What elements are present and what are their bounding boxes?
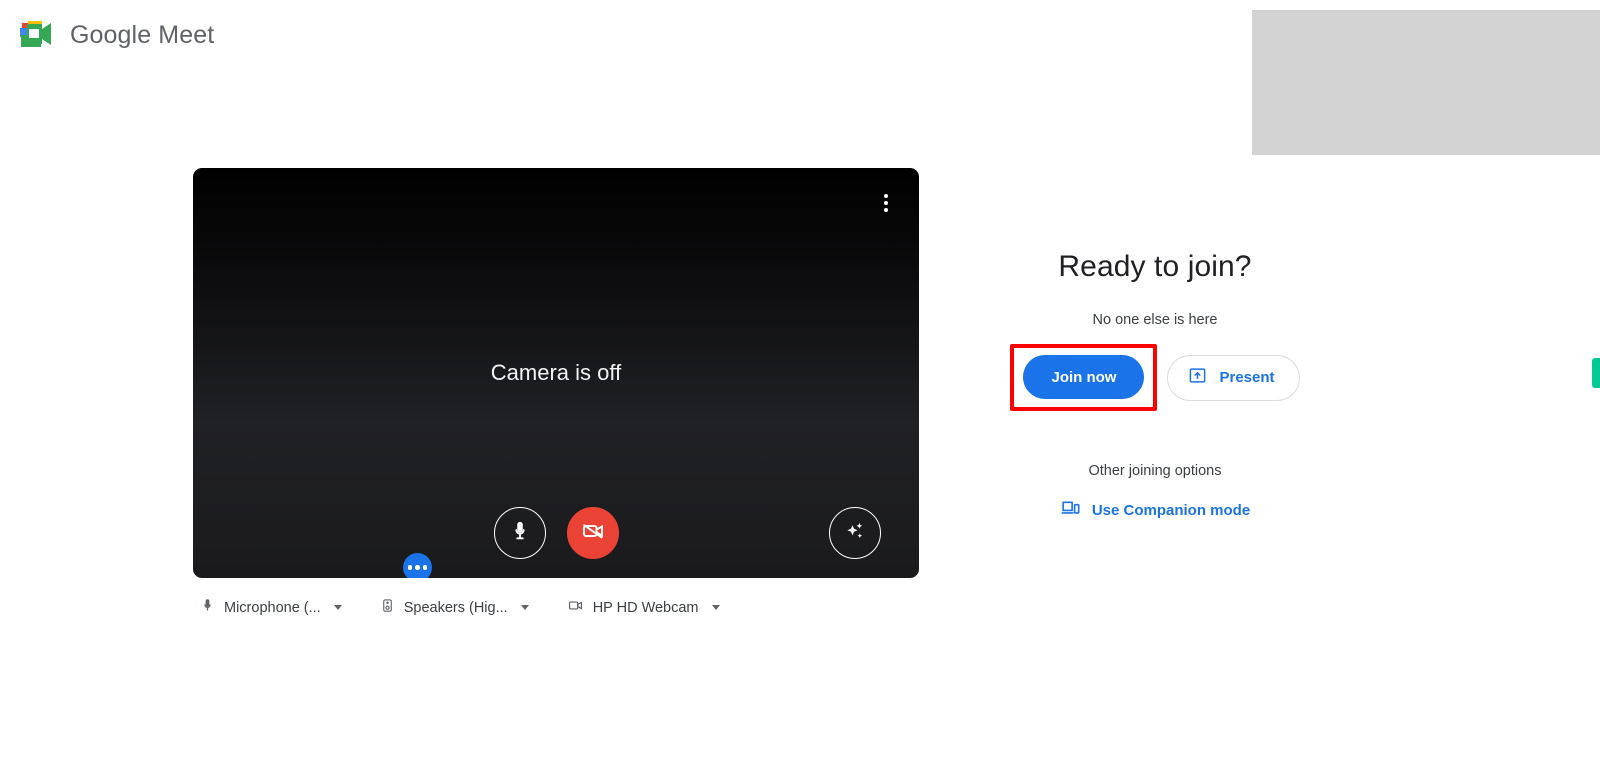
present-button[interactable]: Present bbox=[1167, 354, 1300, 401]
more-vertical-icon-dot bbox=[884, 194, 888, 198]
toggle-microphone-button[interactable] bbox=[493, 507, 546, 559]
chevron-down-icon bbox=[711, 605, 720, 610]
camera-device-label: HP HD Webcam bbox=[592, 599, 699, 616]
google-meet-prejoin-screen: Google Meet Camera is off Microphone (..… bbox=[0, 0, 1600, 757]
preview-more-options-button[interactable] bbox=[873, 190, 899, 216]
preview-controls bbox=[193, 504, 919, 562]
speaker-device-selector[interactable]: Speakers (Hig... bbox=[380, 598, 529, 617]
join-panel-title: Ready to join? bbox=[1058, 250, 1252, 283]
present-screen-icon bbox=[1188, 366, 1207, 389]
video-camera-icon bbox=[567, 598, 584, 617]
microphone-device-selector[interactable]: Microphone (... bbox=[200, 598, 342, 617]
brand-name-google: Google bbox=[70, 20, 152, 49]
present-button-label: Present bbox=[1219, 369, 1275, 386]
more-horizontal-icon-dot bbox=[422, 565, 428, 570]
edge-tab-indicator[interactable] bbox=[1592, 358, 1600, 388]
companion-devices-icon bbox=[1060, 499, 1081, 521]
more-horizontal-icon-dot bbox=[415, 565, 420, 570]
microphone-icon bbox=[200, 598, 215, 617]
microphone-icon bbox=[509, 520, 531, 547]
join-panel-subtitle: No one else is here bbox=[1092, 312, 1218, 328]
camera-status-label: Camera is off bbox=[490, 360, 622, 385]
speaker-icon bbox=[380, 598, 395, 617]
top-right-placeholder-panel bbox=[1252, 10, 1600, 155]
brand-name: Google Meet bbox=[70, 21, 214, 50]
sparkle-effects-icon bbox=[843, 519, 867, 548]
brand-name-meet: Meet bbox=[158, 20, 215, 49]
use-companion-mode-label: Use Companion mode bbox=[1091, 501, 1251, 519]
join-now-highlight: Join now bbox=[1010, 344, 1158, 411]
google-meet-logo-icon bbox=[18, 18, 56, 52]
more-vertical-icon-dot bbox=[884, 208, 888, 212]
other-joining-options-label: Other joining options bbox=[1088, 463, 1222, 479]
device-selector-row: Microphone (... Speakers (Hig... HP HD W… bbox=[200, 598, 758, 617]
join-panel: Ready to join? No one else is here Join … bbox=[940, 250, 1370, 522]
toggle-camera-button[interactable] bbox=[566, 507, 619, 559]
chevron-down-icon bbox=[520, 605, 529, 610]
chevron-down-icon bbox=[333, 605, 342, 610]
video-preview: Camera is off bbox=[193, 168, 919, 578]
brand-header: Google Meet bbox=[18, 18, 214, 52]
visual-effects-button[interactable] bbox=[829, 507, 881, 559]
join-actions: Join now Present bbox=[940, 344, 1370, 411]
more-vertical-icon-dot bbox=[884, 201, 888, 205]
more-horizontal-icon-dot bbox=[407, 565, 413, 570]
camera-device-selector[interactable]: HP HD Webcam bbox=[567, 598, 720, 617]
speaker-device-label: Speakers (Hig... bbox=[403, 599, 508, 616]
use-companion-mode-link[interactable]: Use Companion mode bbox=[1060, 499, 1250, 521]
join-now-button[interactable]: Join now bbox=[1023, 355, 1145, 399]
camera-off-icon bbox=[581, 519, 605, 548]
microphone-device-label: Microphone (... bbox=[224, 599, 321, 616]
